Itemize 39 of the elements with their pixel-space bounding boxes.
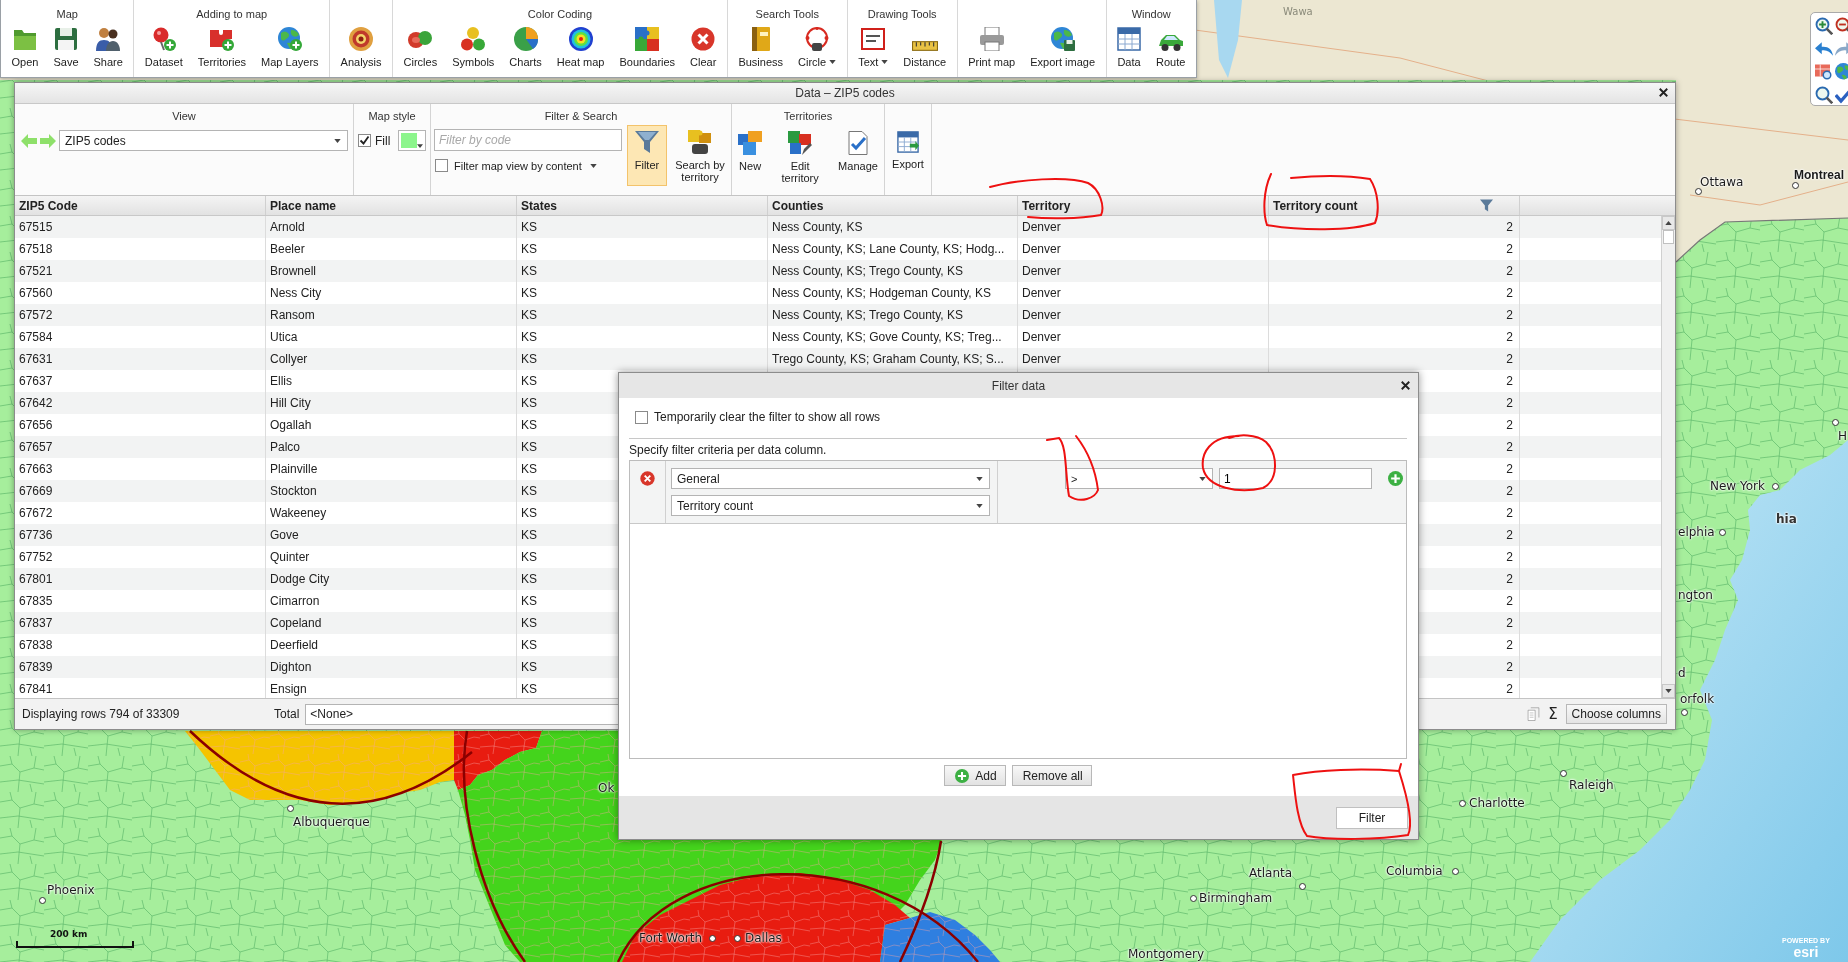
checkbox-label: Fill [375, 133, 391, 148]
map-label: d [1678, 666, 1686, 680]
dialog-title: Filter data [991, 378, 1046, 393]
map-label: ngton [1678, 588, 1713, 602]
group-title: Adding to map [196, 7, 268, 21]
group-title: Search Tools [755, 7, 819, 21]
total-label: Total [274, 707, 300, 721]
map-label: orfolk [1680, 692, 1715, 706]
map-label: Atlanta [1249, 866, 1293, 880]
map-label: Ok [598, 781, 615, 795]
map-label: Montreal [1794, 168, 1844, 182]
checkbox-label: Filter map view by content [454, 159, 582, 172]
map-label: Birmingham [1199, 891, 1273, 905]
map-label: hia [1776, 512, 1797, 526]
map-label: Columbia [1386, 864, 1443, 878]
map-label: Phoenix [47, 883, 95, 897]
window-title: Data – ZIP5 codes [795, 86, 895, 100]
map-label: H [1838, 429, 1848, 443]
map-label: Wawa [1283, 5, 1313, 19]
group-title: Window [1131, 7, 1171, 21]
map-label: Montgomery [1128, 947, 1205, 961]
map-label: Dallas [745, 931, 782, 945]
map-label: Albuquerque [293, 815, 370, 829]
map-label: elphia [1678, 525, 1715, 539]
group-title: Map [56, 7, 78, 21]
scale-label: 200 km [50, 929, 88, 939]
map-label: Ottawa [1700, 175, 1744, 189]
group-title: Drawing Tools [867, 7, 937, 21]
group-title: Territories [782, 110, 834, 123]
map-label: Raleigh [1569, 778, 1614, 792]
group-title: Color Coding [527, 7, 593, 21]
map-label: Charlotte [1469, 796, 1525, 810]
group-title: Map style [367, 110, 417, 123]
logo-text: esri [1793, 945, 1819, 960]
group-title: Filter & Search [543, 110, 619, 123]
map-label: Fort Worth [639, 931, 703, 945]
group-title: View [171, 110, 197, 123]
map-label: New York [1710, 479, 1765, 493]
row-count-text: Displaying rows 794 of 33309 [22, 707, 181, 721]
